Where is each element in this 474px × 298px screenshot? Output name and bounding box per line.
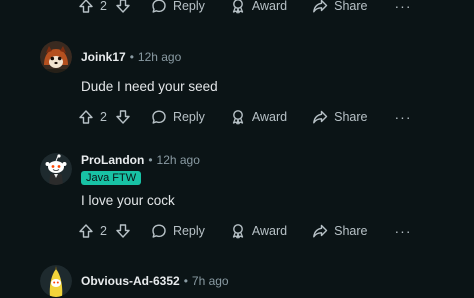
username[interactable]: Obvious-Ad-6352 [81, 274, 180, 289]
reply-label: Reply [172, 224, 205, 238]
reply-icon [152, 224, 166, 238]
downvote-icon [116, 0, 130, 13]
downvote-icon [116, 110, 130, 124]
avatar[interactable] [40, 265, 72, 297]
share-label: Share [334, 0, 368, 13]
comment-action-bar: 2 Reply Award Share ··· [78, 219, 412, 243]
avatar[interactable] [40, 41, 72, 73]
award-icon [232, 224, 244, 239]
downvote-icon [116, 224, 130, 238]
timestamp[interactable]: 12h ago [138, 50, 181, 65]
comment-body: Dude I need your seed [81, 79, 218, 94]
upvote-button[interactable] [78, 109, 94, 125]
separator-dot: • [183, 273, 188, 288]
reply-button[interactable]: Reply [151, 223, 205, 239]
vote-count: 2 [100, 110, 107, 124]
upvote-icon [79, 110, 93, 124]
upvote-icon [79, 224, 93, 238]
vote-count: 2 [100, 224, 107, 238]
more-options-button[interactable]: ··· [395, 223, 412, 239]
reply-button[interactable]: Reply [151, 0, 205, 14]
share-icon [313, 224, 328, 238]
comment-meta: ProLandon • 12h ago Java FTW [81, 153, 200, 186]
share-button[interactable]: Share [312, 0, 368, 14]
reply-icon [152, 0, 166, 13]
share-icon [313, 0, 328, 13]
comment-header: ProLandon • 12h ago Java FTW [40, 153, 200, 185]
avatar[interactable] [40, 153, 72, 185]
share-label: Share [334, 224, 368, 238]
comment-action-bar: 2 Reply Award Share ··· [78, 105, 412, 129]
award-button[interactable]: Award [230, 223, 287, 239]
user-flair: Java FTW [81, 171, 142, 185]
separator-dot: • [129, 49, 134, 64]
snoo-avatar-icon [40, 153, 72, 185]
more-icon: ··· [394, 223, 412, 239]
share-button[interactable]: Share [312, 223, 368, 239]
downvote-button[interactable] [115, 223, 131, 239]
comment-body: I love your cock [81, 193, 175, 208]
more-icon: ··· [394, 109, 412, 125]
red-panda-avatar-icon [40, 41, 72, 73]
award-button[interactable]: Award [230, 0, 287, 14]
timestamp[interactable]: 7h ago [192, 274, 229, 289]
more-options-button[interactable]: ··· [395, 109, 412, 125]
reply-label: Reply [172, 0, 205, 13]
award-label: Award [251, 110, 288, 124]
comment-meta: Joink17 • 12h ago [81, 50, 181, 65]
more-options-button[interactable]: ··· [395, 0, 412, 14]
comment-meta: Obvious-Ad-6352 • 7h ago [81, 274, 229, 289]
award-icon [232, 0, 244, 14]
award-label: Award [251, 0, 288, 13]
comment-header: Joink17 • 12h ago [40, 41, 181, 73]
comment-header: Obvious-Ad-6352 • 7h ago [40, 265, 229, 297]
banana-snoo-avatar-icon [40, 265, 72, 297]
upvote-button[interactable] [78, 0, 94, 14]
award-icon [232, 110, 244, 125]
reply-icon [152, 110, 166, 124]
share-button[interactable]: Share [312, 109, 368, 125]
vote-count: 2 [100, 0, 107, 13]
username[interactable]: Joink17 [81, 50, 126, 65]
upvote-button[interactable] [78, 223, 94, 239]
comment-thread: 2 Reply Award Share ··· Joink17 • 12h ag… [0, 0, 474, 298]
award-button[interactable]: Award [230, 109, 287, 125]
comment-action-bar: 2 Reply Award Share ··· [78, 0, 412, 18]
downvote-button[interactable] [115, 109, 131, 125]
separator-dot: • [148, 153, 153, 167]
reply-label: Reply [172, 110, 205, 124]
more-icon: ··· [394, 0, 412, 14]
share-label: Share [334, 110, 368, 124]
share-icon [313, 110, 328, 124]
upvote-icon [79, 0, 93, 13]
username[interactable]: ProLandon [81, 153, 144, 168]
downvote-button[interactable] [115, 0, 131, 14]
timestamp[interactable]: 12h ago [157, 153, 200, 168]
reply-button[interactable]: Reply [151, 109, 205, 125]
award-label: Award [251, 224, 288, 238]
